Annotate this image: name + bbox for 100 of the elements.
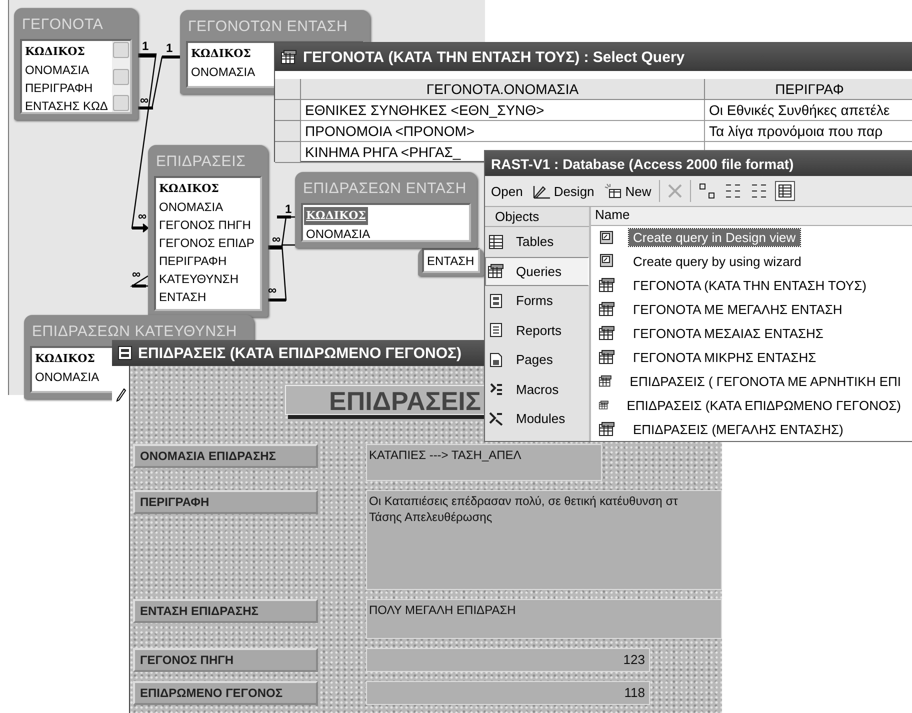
small-icons-icon [725,183,742,199]
large-icons-icon [699,183,716,199]
field-name[interactable]: ΚΑΤΕΥΘΥΝΣΗ [157,270,240,288]
field-name[interactable]: ΚΩΔΙΚΟΣ [23,43,87,61]
field-label: ΟΝΟΜΑΣΙΑ ΕΠΙΔΡΑΣΗΣ [133,444,318,468]
field-name[interactable]: ΠΕΡΙΓΡΑΦΗ [157,252,229,270]
object-type-item[interactable]: Pages [485,345,589,374]
datasheet-icon [599,422,615,436]
table-box[interactable]: ΕΝΤΑΣΗ [418,248,484,276]
field-label: ΓΕΓΟΝΟΣ ΠΗΓΗ [133,648,318,672]
table-title: ΓΕΓΟΝΟΤΑ [21,15,104,35]
field-name[interactable]: ΕΝΤΑΣΗΣ ΚΩΔ [23,97,110,112]
shortcut-icon [599,230,615,246]
module-icon [488,410,504,427]
field-name[interactable]: ΓΕΓΟΝΟΣ ΠΗΓΗ [157,216,253,234]
scrollbar[interactable] [112,41,130,112]
list-item[interactable]: Create query by using wizard [629,252,806,270]
field-name[interactable]: ΓΕΓΟΝΟΣ ΕΠΙΔΡ [157,234,256,252]
field-value[interactable]: ΠΟΛΥ ΜΕΓΑΛΗ ΕΠΙΔΡΑΣΗ [366,599,722,639]
ruler-pencil-icon [532,183,551,199]
field-label: ΠΕΡΙΓΡΑΦΗ [133,490,318,514]
details-view-icon [777,183,794,199]
table-box[interactable]: ΕΠΙΔΡΑΣΕΙΣ ΚΩΔΙΚΟΣ ΟΝΟΜΑΣΙΑ ΓΕΓΟΝΟΣ ΠΗΓΗ ΓΕΓΟΝΟΣ ΕΠΙΔΡ ΠΕΡΙΓΡΑΦΗ ΚΑΤΕΥΘΥΝΣΗ ΕΝΤΑΣΗ [148,145,268,317]
field-name[interactable]: ΠΕΡΙΓΡΑΦΗ [23,79,95,97]
new-object-icon [604,183,622,199]
join-marker: ∞ [272,233,281,245]
table-title: ΓΕΓΟΝΟΤΩΝ ΕΝΤΑΣΗ [187,17,349,37]
datasheet-icon [599,278,615,292]
table-cell: Τα λίγα προνόμοια που παρ [705,121,912,142]
join-marker: ∞ [138,210,147,222]
pencil-icon [116,388,126,402]
object-type-item[interactable]: Reports [485,316,589,345]
field-value[interactable]: ΚΑΤΑΠΙΕΣ ---> ΤΑΣΗ_ΑΠΕΛ [366,444,602,481]
field-name[interactable]: ΟΝΟΜΑΣΙΑ [23,61,92,79]
datasheet-icon [599,398,609,412]
objects-header[interactable]: Objects [485,207,589,227]
field-value[interactable]: 123 [366,648,650,672]
list-item[interactable]: ΕΠΙΔΡΑΣΕΙΣ (ΚΑΤΑ ΕΠΙΔΡΩΜΕΝΟ ΓΕΓΟΝΟΣ) [622,396,905,414]
relationship-line [130,276,148,288]
table-cell: ΠΡΟΝΟΜΟΙΑ <ΠΡΟΝΟΜ> [301,121,705,142]
field-name[interactable]: ΚΩΔΙΚΟΣ [157,180,221,198]
join-marker: ∞ [132,268,141,280]
table-box[interactable]: ΓΕΓΟΝΟΤΑ ΚΩΔΙΚΟΣ ΟΝΟΜΑΣΙΑ ΠΕΡΙΓΡΑΦΗ ΕΝΤΑΣΗΣ ΚΩΔ [14,8,138,120]
field-name[interactable]: ΕΝΤΑΣΗ [157,288,208,306]
column-header[interactable]: Name [591,207,912,226]
design-button[interactable]: Design [530,181,596,201]
list-item[interactable]: ΓΕΓΟΝΟΤΑ ΜΙΚΡΗΣ ΕΝΤΑΣΗΣ [629,348,820,366]
field-name[interactable]: ΟΝΟΜΑΣΙΑ [189,63,258,81]
field-name[interactable]: ΚΩΔΙΚΟΣ [304,207,368,225]
report-icon [488,322,504,338]
table-icon [488,234,504,250]
join-marker: 1 [142,40,149,52]
record-selector[interactable] [112,366,130,713]
field-name[interactable]: ΚΩΔΙΚΟΣ [189,45,253,63]
join-marker: ∞ [140,94,149,106]
field-name[interactable]: ΟΝΟΜΑΣΙΑ [33,368,102,386]
row-selector[interactable] [275,142,301,163]
column-header[interactable]: ΓΕΓΟΝΟΤΑ.ΟΝΟΜΑΣΙΑ [301,79,705,100]
field-value[interactable]: Οι Καταπιέσεις επέδρασαν πολύ, σε θετική κατέυθυνση στ Τάσης Απελευθέρωσης [366,490,722,590]
table-box[interactable]: ΕΠΙΔΡΑΣΕΩΝ ΕΝΤΑΣΗ ΚΩΔΙΚΟΣ ΟΝΟΜΑΣΙΑ [295,172,477,248]
field-label: ΕΝΤΑΣΗ ΕΠΙΔΡΑΣΗΣ [133,599,318,623]
list-item[interactable]: ΓΕΓΟΝΟΤΑ ΜΕ ΜΕΓΑΛΗΣ ΕΝΤΑΣΗ [629,300,846,318]
column-header[interactable]: ΠΕΡΙΓΡΑΦ [705,79,912,100]
field-name[interactable]: ΟΝΟΜΑΣΙΑ [157,198,226,216]
shortcut-icon [599,253,615,270]
object-type-item[interactable]: Tables [485,227,589,256]
datasheet-icon [599,350,615,364]
window-title-text: ΓΕΓΟΝΟΤΑ (ΚΑΤΑ ΤΗΝ ΕΝΤΑΣΗ ΤΟΥΣ) : Select Query [303,48,685,66]
datasheet-icon [599,374,612,388]
table-title: ΕΠΙΔΡΑΣΕΙΣ [155,152,247,172]
list-view-icon [751,183,768,199]
table-title: ΕΠΙΔΡΑΣΕΩΝ ΚΑΤΕΥΘΥΝΣΗ [31,322,238,342]
form-icon [488,292,504,309]
object-type-item[interactable]: Queries [485,256,589,286]
table-title: ΕΠΙΔΡΑΣΕΩΝ ΕΝΤΑΣΗ [302,179,468,199]
table-cell: Οι Εθνικές Συνθήκες απετέλε [705,100,912,121]
datasheet-icon [599,302,615,316]
view-button[interactable] [697,181,718,201]
join-marker: 1 [166,42,173,54]
view-button[interactable] [775,181,796,201]
row-selector[interactable] [275,121,301,142]
list-item[interactable]: ΓΕΓΟΝΟΤΑ ΜΕΣΑΙΑΣ ΕΝΤΑΣΗΣ [629,324,828,342]
page-icon [488,352,504,368]
field-name[interactable]: ΚΩΔΙΚΟΣ [33,350,97,368]
datasheet-icon [599,326,615,340]
field-name[interactable]: ΟΝΟΜΑΣΙΑ [304,225,372,240]
list-item[interactable]: ΓΕΓΟΝΟΤΑ (ΚΑΤΑ ΤΗΝ ΕΝΤΑΣΗ ΤΟΥΣ) [629,276,870,294]
row-selector[interactable] [275,100,301,121]
list-item[interactable]: ΕΠΙΔΡΑΣΕΙΣ (ΜΕΓΑΛΗΣ ΕΝΤΑΣΗΣ) [629,420,848,438]
open-button[interactable]: Open [489,182,525,200]
datasheet-icon [281,50,297,64]
join-marker: 1 [285,203,292,215]
join-marker: ∞ [268,284,277,296]
window-title: RAST-V1 : Database (Access 2000 file format) [485,151,912,176]
field-label: ΕΠΙΔΡΩΜΕΝΟ ΓΕΓΟΝΟΣ [133,681,318,705]
object-type-item[interactable]: Forms [485,286,589,316]
list-item[interactable]: Create query in Design view [629,229,800,246]
list-item[interactable]: ΕΠΙΔΡΑΣΕΙΣ ( ΓΕΓΟΝΟΤΑ ΜΕ ΑΡΝΗΤΙΚΗ ΕΠΙ [626,372,905,390]
new-button[interactable]: New [602,181,654,201]
field-value[interactable]: 118 [366,681,650,705]
